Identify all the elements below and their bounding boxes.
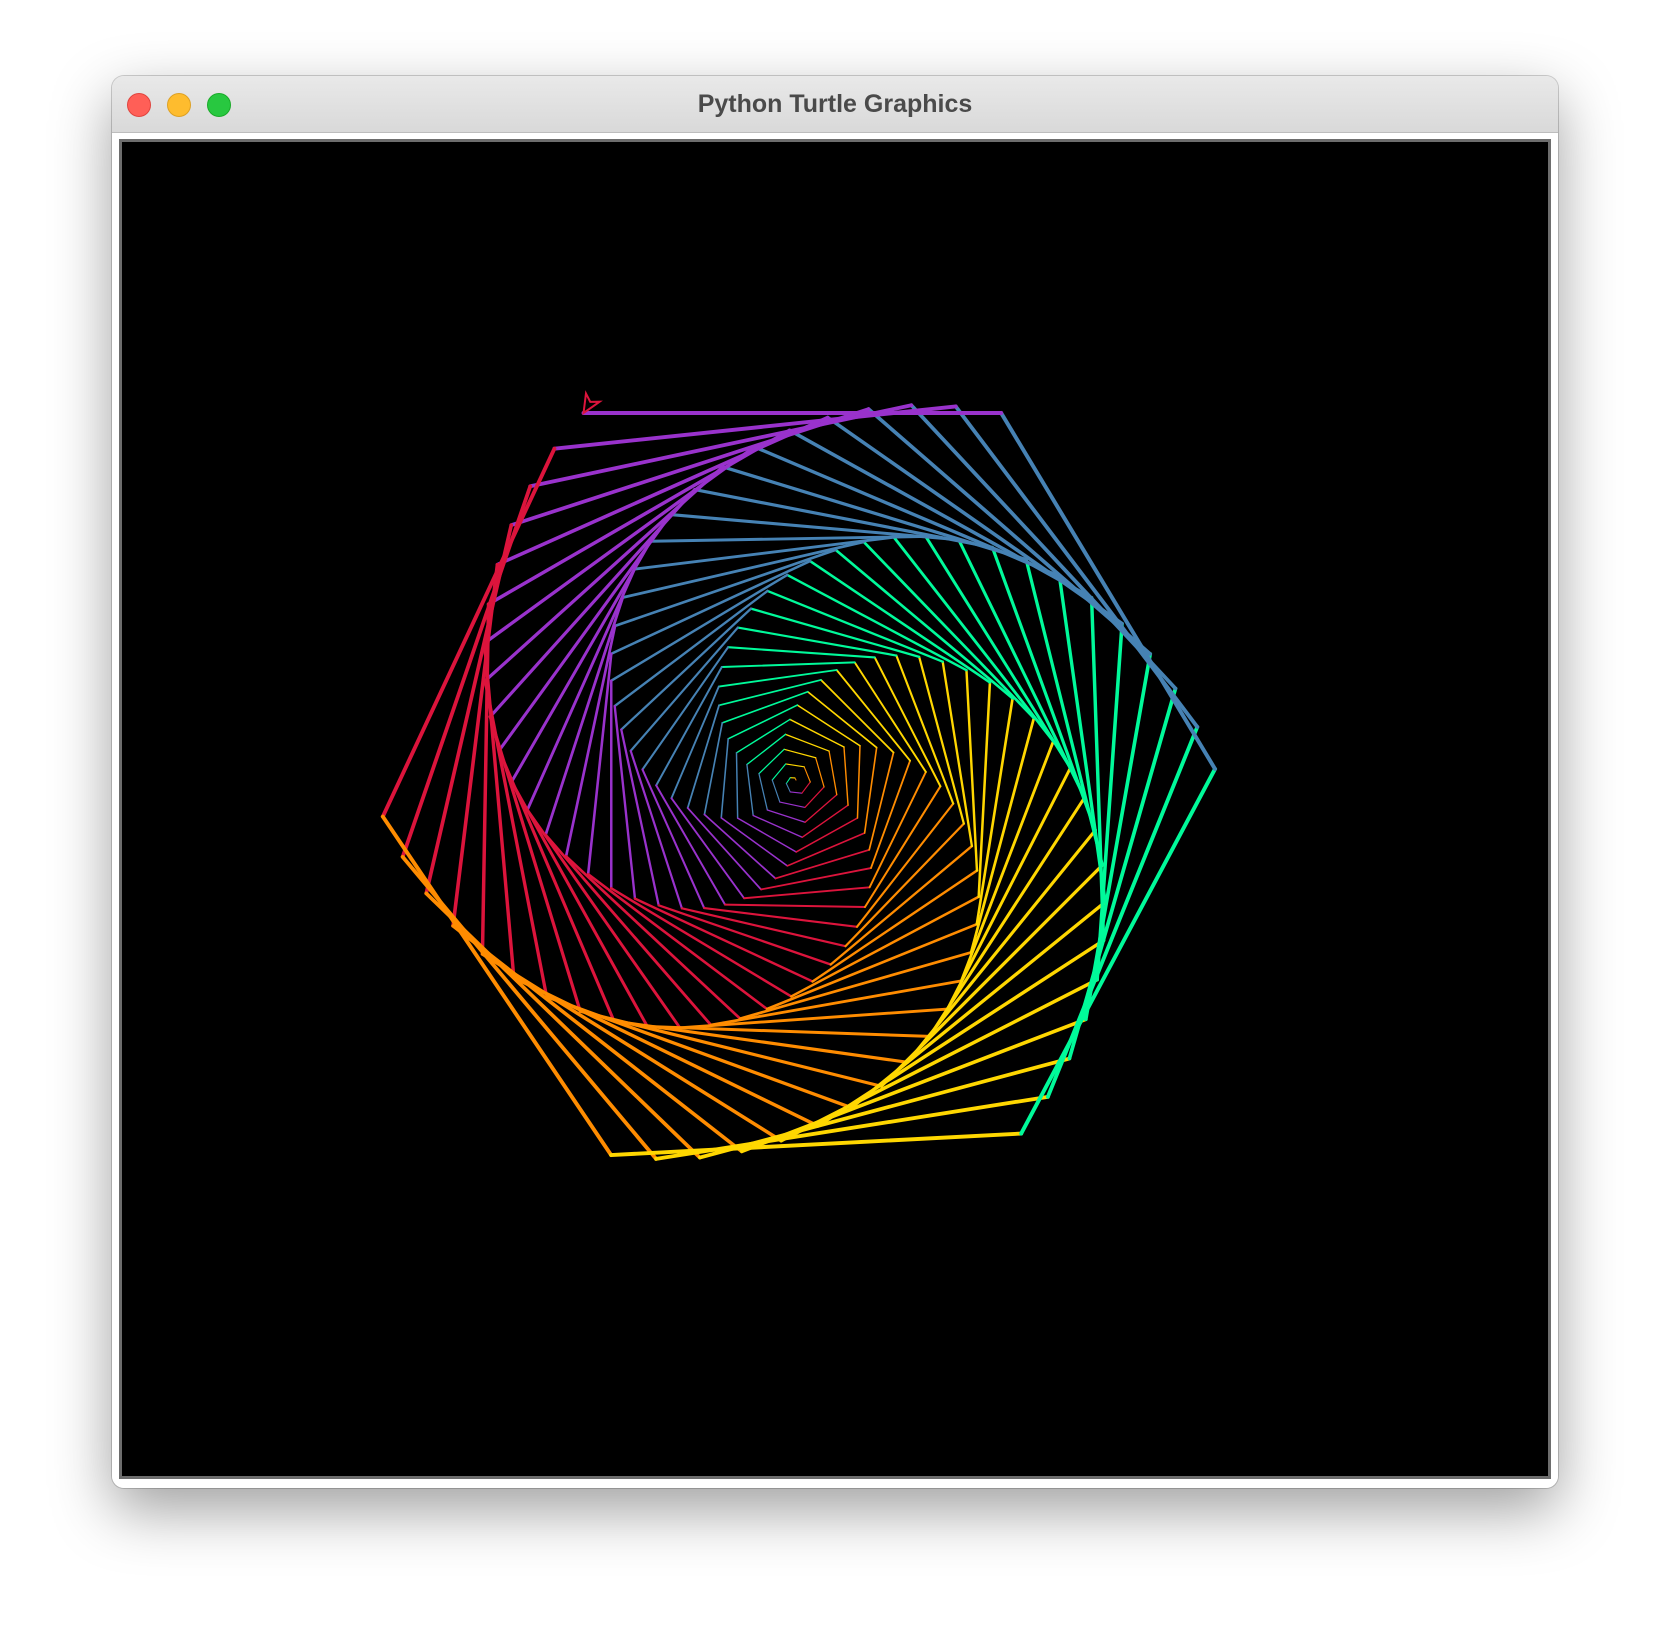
spiral-segment — [785, 763, 805, 768]
spiral-segment — [829, 844, 974, 966]
spiral-segment — [843, 746, 849, 806]
spiral-segment — [482, 445, 757, 645]
spiral-segment — [717, 669, 838, 688]
spiral-segment — [609, 1131, 1024, 1158]
spiral-segment — [657, 904, 832, 966]
spiral-segment — [586, 652, 613, 876]
window-content — [112, 133, 1558, 1488]
spiral-segment — [785, 777, 791, 785]
spiral-segment — [621, 540, 866, 599]
spiral-segment — [678, 1007, 949, 1030]
spiral-segment — [811, 869, 979, 983]
spiral-segment — [815, 757, 825, 788]
spiral-segment — [918, 655, 965, 825]
spiral-segment — [868, 751, 895, 851]
spiral-segment — [629, 626, 739, 752]
spiral-segment — [703, 813, 777, 880]
spiral-segment — [783, 748, 817, 759]
spiral-segment — [779, 801, 806, 808]
spiral-segment — [483, 465, 725, 683]
spiral-segment — [613, 704, 637, 900]
spiral-segment — [828, 750, 838, 796]
spiral-segment — [786, 573, 968, 672]
title-bar[interactable]: Python Turtle Graphics — [112, 76, 1558, 133]
spiral-segment — [801, 781, 811, 794]
spiral-segment — [835, 669, 911, 762]
spiral-segment — [736, 817, 797, 853]
spiral-segment — [703, 722, 724, 816]
spiral-segment — [720, 738, 729, 819]
spiral-segment — [746, 733, 787, 766]
spiral-segment — [804, 794, 838, 823]
spiral-segment — [820, 679, 895, 754]
spiral-segment — [863, 746, 878, 834]
spiral-segment — [863, 785, 942, 909]
spiral-segment — [724, 903, 866, 909]
spiral-segment — [721, 690, 809, 724]
spiral-segment — [380, 446, 557, 819]
spiral-segment — [670, 797, 746, 900]
spiral-segment — [641, 768, 706, 910]
turtle-window: Python Turtle Graphics — [112, 76, 1558, 1488]
spiral-segment — [709, 979, 963, 1027]
spiral-segment — [620, 607, 753, 731]
spiral-drawing — [122, 142, 1548, 1476]
spiral-segment — [758, 773, 768, 811]
spiral-segment — [786, 832, 866, 867]
spiral-segment — [610, 559, 812, 656]
spiral-segment — [771, 763, 787, 781]
spiral-segment — [801, 804, 849, 838]
spiral-lines — [380, 403, 1218, 1161]
spiral-segment — [789, 718, 845, 748]
spiral-segment — [544, 833, 713, 1027]
turtle-canvas[interactable] — [119, 139, 1551, 1479]
spiral-segment — [803, 766, 811, 783]
spiral-segment — [766, 809, 806, 823]
spiral-segment — [959, 739, 1055, 983]
spiral-segment — [1019, 766, 1218, 1136]
spiral-segment — [977, 681, 992, 899]
spiral-segment — [703, 906, 859, 928]
spiral-segment — [720, 661, 856, 668]
spiral-segment — [785, 782, 791, 793]
spiral-segment — [629, 749, 683, 910]
spiral-segment — [735, 718, 791, 754]
window-title: Python Turtle Graphics — [697, 90, 973, 118]
spiral-segment — [804, 786, 825, 809]
spiral-segment — [735, 752, 739, 819]
spiral-segment — [853, 661, 927, 773]
spiral-segment — [1057, 574, 1107, 904]
spiral-segment — [512, 975, 820, 1128]
spiral-segment — [641, 646, 730, 771]
spiral-segment — [564, 624, 617, 858]
spiral-segment — [789, 791, 803, 794]
spiral-segment — [736, 626, 898, 657]
spiral-segment — [856, 744, 861, 819]
spiral-segment — [868, 770, 927, 889]
spiral-segment — [746, 763, 754, 817]
spiral-segment — [928, 796, 1087, 1038]
spiral-segment — [655, 784, 727, 906]
spiral-segment — [613, 548, 837, 628]
spiral-segment — [771, 779, 781, 803]
